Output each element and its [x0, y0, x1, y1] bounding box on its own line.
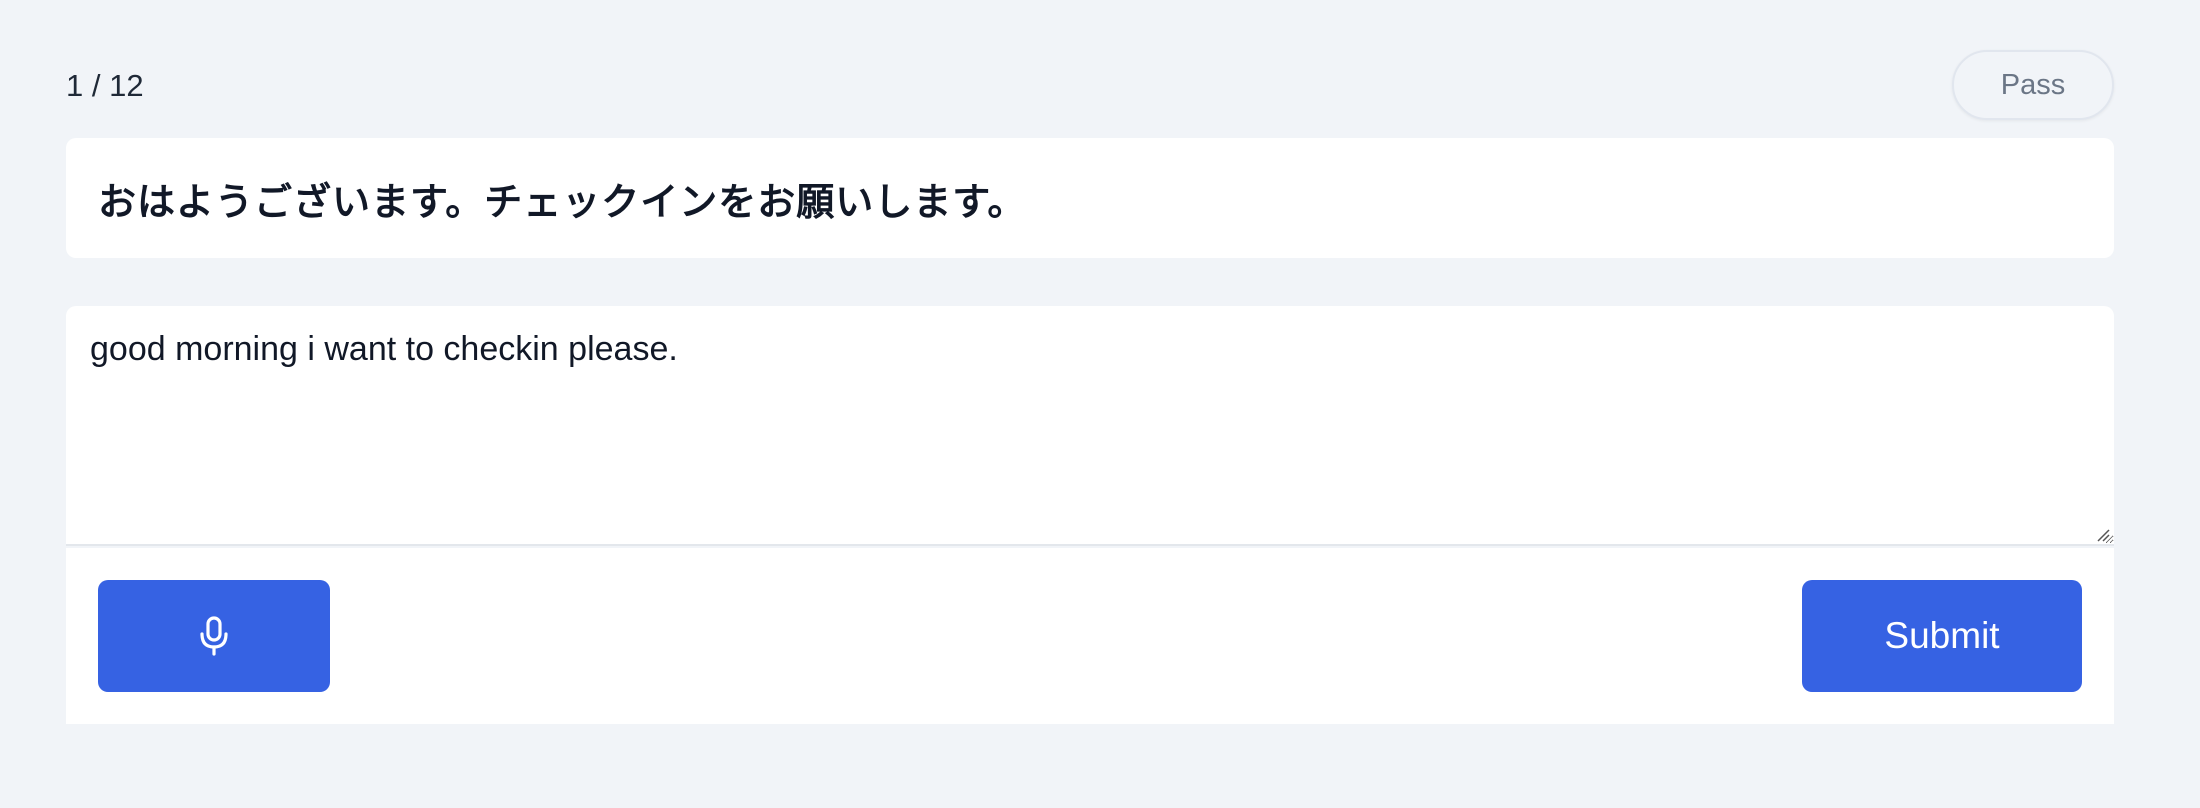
submit-button[interactable]: Submit: [1802, 580, 2082, 692]
microphone-button[interactable]: [98, 580, 330, 692]
action-bar: Submit: [66, 548, 2114, 724]
microphone-icon: [200, 616, 228, 656]
answer-input[interactable]: [66, 306, 2114, 546]
prompt-card: おはようございます。チェックインをお願いします。: [66, 138, 2114, 258]
prompt-text: おはようございます。チェックインをお願いします。: [98, 179, 1027, 224]
resize-grip-icon[interactable]: [2096, 528, 2110, 542]
progress-counter: 1 / 12: [66, 68, 144, 103]
pass-button[interactable]: Pass: [1952, 50, 2114, 120]
